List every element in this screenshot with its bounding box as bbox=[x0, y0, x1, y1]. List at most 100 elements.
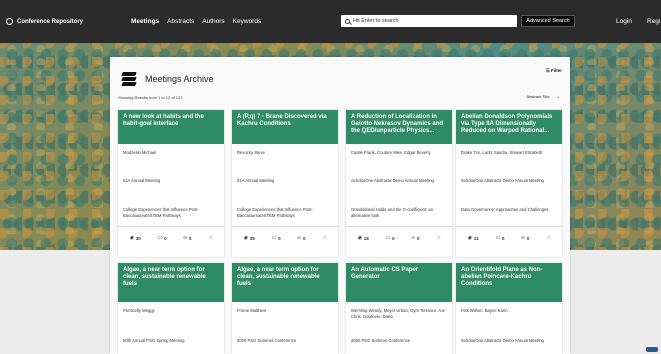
star-icon: ☆ bbox=[322, 235, 327, 241]
eye-icon: ◉ bbox=[357, 235, 362, 241]
chat-widget-button[interactable] bbox=[646, 347, 658, 352]
card-meeting: 51A Annual Meeting bbox=[123, 178, 161, 183]
card-title[interactable]: Algae, a near term option for clean, sus… bbox=[118, 263, 224, 302]
score-stat: ∞ 0 bbox=[411, 235, 419, 241]
favorite-star[interactable]: ☆ bbox=[322, 235, 326, 241]
star-icon: ☆ bbox=[546, 235, 551, 241]
card-title[interactable]: Abelian Donaldson Polynomials via Type I… bbox=[456, 110, 562, 144]
favorite-star[interactable]: ☆ bbox=[436, 235, 440, 241]
archive-stack-icon bbox=[120, 71, 140, 87]
card-title[interactable]: Algae, a near term option for clean, sus… bbox=[232, 263, 338, 302]
search-box[interactable] bbox=[341, 15, 517, 27]
comments-stat[interactable]: ▭ 0 bbox=[385, 235, 394, 241]
search-input[interactable] bbox=[353, 18, 503, 24]
card-meeting: 51A Annual Meeting bbox=[237, 178, 275, 183]
abstract-card[interactable]: Algae, a near term option for clean, sus… bbox=[232, 263, 338, 354]
comments-count: 0 bbox=[502, 235, 505, 241]
score-stat: ∞ 0 bbox=[183, 235, 191, 241]
abstract-card[interactable]: A (P,q) 7 - Brane Discovered via Kachru … bbox=[232, 110, 338, 257]
comments-count: 0 bbox=[164, 235, 167, 241]
advanced-search-button[interactable]: Advanced Search bbox=[521, 15, 575, 27]
results-count: Showing Results from 1 to 12 of 123 bbox=[118, 95, 183, 100]
card-meeting: ScholarOne Abstracts Demo Annual Meeting bbox=[461, 338, 544, 343]
card-divider bbox=[456, 226, 562, 227]
comment-icon: ▭ bbox=[157, 235, 163, 241]
card-session: Gravitational Holds and the G-coefficien… bbox=[351, 207, 434, 218]
brand-label: Conference Repository bbox=[17, 18, 84, 25]
card-meeting: ScholarOne Abstracts Demo Annual Meeting bbox=[461, 178, 544, 183]
star-icon: ☆ bbox=[208, 235, 213, 241]
card-stats: ◉ 30 ▭ 0 ∞ 0 ☆ bbox=[118, 235, 224, 241]
comment-icon: ▭ bbox=[271, 235, 277, 241]
chevron-down-icon: ⌄ bbox=[556, 94, 560, 99]
score-count: 0 bbox=[416, 235, 420, 241]
link-icon: ∞ bbox=[297, 235, 301, 241]
star-icon: ☆ bbox=[436, 235, 441, 241]
card-title[interactable]: An Automatic CS Paper Generator bbox=[346, 263, 452, 302]
views-stat: ◉ 30 bbox=[129, 235, 140, 241]
card-authors: Wernling Wendy, Meyer Urban, Gym Torranc… bbox=[351, 308, 445, 319]
card-title[interactable]: A Reduction of Localization in Gaiotto N… bbox=[346, 110, 452, 144]
card-stats: ◉ 35 ▭ 0 ∞ 0 ☆ bbox=[232, 235, 338, 241]
card-authors: Frome Matthew bbox=[237, 308, 267, 313]
card-stats: ◉ 18 ▭ 0 ∞ 0 ☆ bbox=[346, 235, 452, 241]
card-stats: ◉ 11 ▭ 0 ∞ 0 ☆ bbox=[456, 235, 562, 241]
archive-header: Meetings Archive bbox=[120, 71, 214, 87]
abstract-card[interactable]: An Automatic CS Paper Generator Wernling… bbox=[346, 263, 452, 354]
card-divider bbox=[346, 226, 452, 227]
card-authors: Revucky Steve bbox=[237, 150, 265, 155]
nav-link-authors[interactable]: Authors bbox=[202, 18, 224, 25]
link-icon: ∞ bbox=[183, 235, 187, 241]
card-session: College Experiences that Influence Post-… bbox=[237, 207, 313, 218]
page-title: Meetings Archive bbox=[145, 74, 214, 84]
card-authors: Castle Frank, Couture Mike, Edgar Beverl… bbox=[351, 150, 431, 155]
comments-stat[interactable]: ▭ 0 bbox=[157, 235, 166, 241]
login-link[interactable]: Login bbox=[616, 18, 632, 25]
eye-icon: ◉ bbox=[467, 235, 472, 241]
search-icon bbox=[345, 18, 350, 24]
nav-link-abstracts[interactable]: Abstracts bbox=[167, 18, 194, 25]
filter-label: Filter bbox=[550, 68, 562, 73]
favorite-star[interactable]: ☆ bbox=[208, 235, 212, 241]
abstract-card[interactable]: Abelian Donaldson Polynomials via Type I… bbox=[456, 110, 562, 257]
card-title[interactable]: An Orientifold Plane as Non-abelian Poin… bbox=[456, 263, 562, 302]
link-icon: ∞ bbox=[411, 235, 415, 241]
favorite-star[interactable]: ☆ bbox=[546, 235, 550, 241]
score-count: 0 bbox=[302, 235, 306, 241]
nav-links: Meetings Abstracts Authors Keywords bbox=[131, 18, 261, 25]
filter-button[interactable]: ☰ Filter bbox=[546, 68, 562, 74]
comments-stat[interactable]: ▭ 0 bbox=[271, 235, 280, 241]
card-authors: Modzeski Michael bbox=[123, 150, 157, 155]
comments-count: 0 bbox=[278, 235, 281, 241]
brand[interactable]: Conference Repository bbox=[6, 18, 83, 25]
views-count: 35 bbox=[249, 235, 255, 241]
views-stat: ◉ 18 bbox=[357, 235, 368, 241]
comments-stat[interactable]: ▭ 0 bbox=[495, 235, 504, 241]
abstract-card[interactable]: A new look at habits and the habit-goal … bbox=[118, 110, 224, 257]
nav-link-keywords[interactable]: Keywords bbox=[233, 18, 262, 25]
card-title[interactable]: A (P,q) 7 - Brane Discovered via Kachru … bbox=[232, 110, 338, 144]
brand-icon bbox=[6, 18, 13, 25]
link-icon: ∞ bbox=[521, 235, 525, 241]
card-meeting: ScholarOne Abstracts Demo Annual Meeting bbox=[351, 178, 434, 183]
views-stat: ◉ 11 bbox=[467, 235, 478, 241]
card-title[interactable]: A new look at habits and the habit-goal … bbox=[118, 110, 224, 144]
comments-count: 0 bbox=[392, 235, 395, 241]
views-count: 18 bbox=[363, 235, 369, 241]
sort-label: Abstract Title bbox=[526, 94, 550, 99]
abstract-card[interactable]: A Reduction of Localization in Gaiotto N… bbox=[346, 110, 452, 257]
views-count: 11 bbox=[473, 235, 479, 241]
abstract-card[interactable]: Algae, a near term option for clean, sus… bbox=[118, 263, 224, 354]
abstract-card[interactable]: An Orientifold Plane as Non-abelian Poin… bbox=[456, 263, 562, 354]
card-authors: Fisk Wilson, Bayne Karin bbox=[461, 308, 508, 313]
sort-select[interactable]: Abstract Title ⌄ bbox=[527, 94, 560, 99]
register-link[interactable]: Regi bbox=[647, 18, 660, 25]
card-session: Data Governance: Approaches and Challeng… bbox=[461, 207, 549, 212]
score-count: 0 bbox=[526, 235, 530, 241]
card-authors: Drake Tim, Lantz Sandra, Stewart Elizabe… bbox=[461, 150, 543, 155]
nav-link-meetings[interactable]: Meetings bbox=[131, 18, 159, 25]
views-stat: ◉ 35 bbox=[243, 235, 254, 241]
comment-icon: ▭ bbox=[495, 235, 500, 241]
score-stat: ∞ 0 bbox=[521, 235, 529, 241]
score-stat: ∞ 0 bbox=[297, 235, 305, 241]
